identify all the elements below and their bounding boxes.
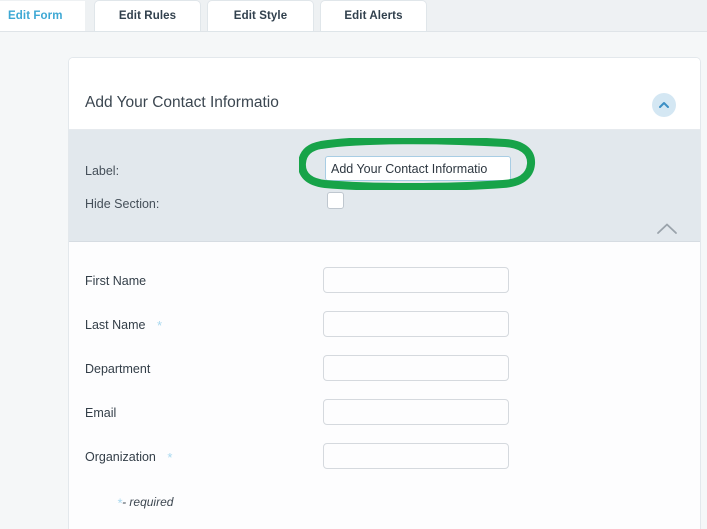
field-label: Email xyxy=(85,406,117,420)
app-screen: Edit Form Edit Rules Edit Style Edit Alerts… xyxy=(0,0,707,529)
page-title: Add Your Contact Informatio xyxy=(85,94,279,111)
field-label: Department xyxy=(85,362,151,376)
email-input[interactable] xyxy=(323,399,509,425)
hide-section-label: Hide Section: xyxy=(85,197,160,211)
tab-edit-alerts[interactable]: Edit Alerts xyxy=(321,1,426,31)
tab-edit-rules[interactable]: Edit Rules xyxy=(95,1,200,31)
card-header: Add Your Contact Informatio xyxy=(69,58,700,130)
label-field-label: Label: xyxy=(85,164,120,178)
tab-edit-style[interactable]: Edit Style xyxy=(208,1,313,31)
setting-row-hide-section: Hide Section: xyxy=(69,192,700,215)
form-field-last-name: Last Name * xyxy=(69,310,700,340)
form-field-first-name: First Name xyxy=(69,266,700,296)
chevron-up-icon[interactable] xyxy=(656,222,678,235)
form-field-organization: Organization * xyxy=(69,442,700,472)
required-legend: *- required xyxy=(117,495,173,510)
organization-input[interactable] xyxy=(323,443,509,469)
setting-row-label: Label: xyxy=(69,156,700,182)
form-fields-body: First Name Last Name * Department Email … xyxy=(69,242,700,529)
hide-section-checkbox[interactable] xyxy=(327,192,344,209)
field-label: Organization * xyxy=(85,449,173,465)
chevron-up-circle-icon[interactable] xyxy=(652,93,676,117)
required-asterisk-icon: * xyxy=(167,449,173,465)
section-card: Add Your Contact Informatio Label: Hide … xyxy=(68,57,701,529)
required-asterisk-icon: * xyxy=(156,317,162,333)
first-name-input[interactable] xyxy=(323,267,509,293)
department-input[interactable] xyxy=(323,355,509,381)
label-input[interactable] xyxy=(325,156,511,181)
form-field-department: Department xyxy=(69,354,700,384)
tab-bar: Edit Form Edit Rules Edit Style Edit Alerts xyxy=(0,0,707,32)
tab-edit-form[interactable]: Edit Form xyxy=(0,1,85,31)
last-name-input[interactable] xyxy=(323,311,509,337)
field-label: Last Name * xyxy=(85,317,162,333)
section-settings-panel: Label: Hide Section: xyxy=(69,130,700,242)
field-label: First Name xyxy=(85,274,147,288)
form-field-email: Email xyxy=(69,398,700,428)
required-legend-text: - required xyxy=(122,495,174,509)
